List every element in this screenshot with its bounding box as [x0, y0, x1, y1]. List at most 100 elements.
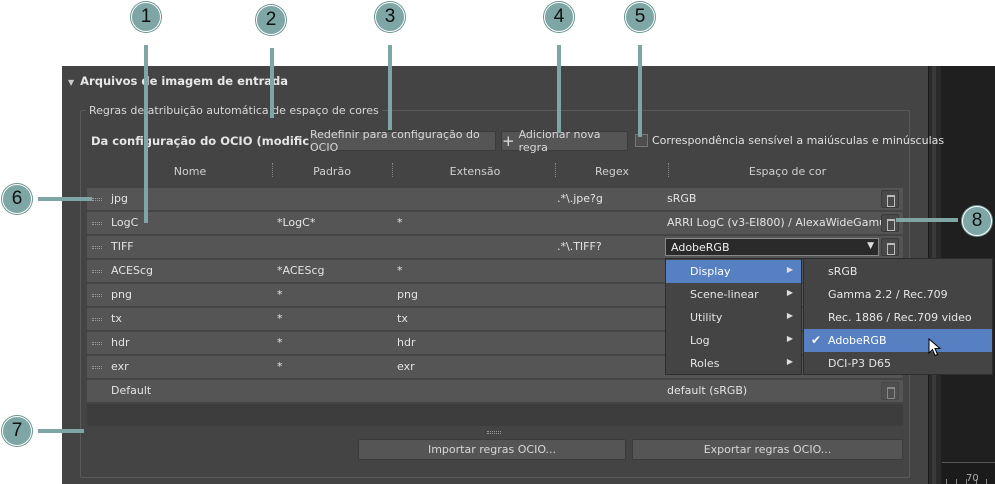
table-row[interactable]: jpg .*\.jpe?g sRGB: [87, 188, 903, 210]
drag-handle-icon[interactable]: [92, 294, 102, 297]
menu-item-label: Log: [690, 334, 710, 347]
export-rules-button[interactable]: Exportar regras OCIO...: [632, 439, 903, 460]
drag-handle-icon[interactable]: [92, 222, 102, 225]
submenu-arrow-icon: ▶: [786, 357, 793, 366]
column-divider[interactable]: [668, 163, 669, 177]
config-source-label: Da configuração do OCIO (modificado): [91, 134, 339, 148]
table-row[interactable]: Default default (sRGB): [87, 380, 903, 402]
import-rules-label: Importar regras OCIO...: [427, 443, 557, 456]
colorspace-dropdown-value: AdobeRGB: [671, 241, 730, 254]
colorspace-category-menu: Display ▶ Scene-linear ▶ Utility ▶ Log ▶ Rol…: [665, 258, 802, 375]
viewport-ruler: 70: [942, 462, 995, 484]
submenu-item-dci-p3[interactable]: DCI-P3 D65: [804, 352, 992, 375]
rule-name: LogC: [111, 216, 139, 229]
column-header-regex[interactable]: Regex: [580, 165, 644, 178]
table-row[interactable]: LogC *LogC* * ARRI LogC (v3-EI800) / Ale…: [87, 212, 903, 234]
section-title: Arquivos de imagem de entrada: [80, 74, 289, 88]
callout-badge: 4: [544, 2, 574, 32]
menu-item-log[interactable]: Log ▶: [666, 329, 801, 352]
add-rule-label: Adicionar nova regra: [518, 128, 601, 154]
rule-pattern: *: [277, 288, 283, 301]
drag-handle-icon[interactable]: [92, 366, 102, 369]
menu-item-roles[interactable]: Roles ▶: [666, 352, 801, 375]
drag-handle-icon[interactable]: [92, 270, 102, 273]
callout-badge: 2: [256, 5, 286, 35]
rule-colorspace: ARRI LogC (v3-EI800) / AlexaWideGamut: [667, 216, 891, 229]
drag-handle-icon[interactable]: [92, 198, 102, 201]
column-divider[interactable]: [555, 163, 556, 177]
menu-item-utility[interactable]: Utility ▶: [666, 306, 801, 329]
rule-extension: hdr: [397, 336, 416, 349]
rule-name: ACEScg: [111, 264, 153, 277]
drag-handle-icon[interactable]: [92, 318, 102, 321]
callout-leader: [38, 429, 84, 433]
callout-badge: 1: [131, 2, 161, 32]
column-header-colorspace[interactable]: Espaço de cor: [740, 165, 835, 178]
drag-handle-icon[interactable]: [92, 246, 102, 249]
reset-config-button[interactable]: Redefinir para configuração do OCIO: [309, 128, 496, 154]
chevron-down-icon: ▼: [867, 241, 874, 251]
mouse-cursor-icon: [928, 338, 942, 357]
empty-row: [87, 404, 903, 426]
delete-rule-icon[interactable]: [881, 214, 899, 232]
column-header-name[interactable]: Nome: [160, 165, 220, 178]
rule-name: Default: [111, 384, 152, 397]
splitter-handle[interactable]: [87, 431, 903, 435]
submenu-item-adobergb[interactable]: ✔ AdobeRGB: [804, 329, 992, 352]
column-divider[interactable]: [392, 163, 393, 177]
menu-item-label: Scene-linear: [690, 288, 759, 301]
drag-handle-icon[interactable]: [92, 342, 102, 345]
plus-icon: +: [502, 131, 515, 150]
rule-name: exr: [111, 360, 129, 373]
callout-leader: [38, 197, 92, 201]
rule-extension: tx: [397, 312, 408, 325]
submenu-arrow-icon: ▶: [786, 311, 793, 320]
submenu-arrow-icon: ▶: [786, 288, 793, 297]
add-rule-button[interactable]: + Adicionar nova regra: [501, 128, 628, 154]
menu-item-label: Roles: [690, 357, 720, 370]
rule-name: jpg: [111, 192, 129, 205]
rule-pattern: *: [277, 336, 283, 349]
submenu-item-label: AdobeRGB: [828, 334, 887, 347]
delete-rule-icon[interactable]: [881, 238, 899, 256]
rule-name: tx: [111, 312, 122, 325]
grip-dots-icon: [487, 431, 501, 434]
callout-leader: [388, 45, 392, 130]
export-rules-label: Exportar regras OCIO...: [703, 443, 832, 456]
callout-leader: [638, 45, 642, 137]
rule-name: TIFF: [111, 240, 134, 253]
submenu-item-rec1886[interactable]: Rec. 1886 / Rec.709 video: [804, 306, 992, 329]
rule-name: hdr: [111, 336, 130, 349]
column-header-pattern[interactable]: Padrão: [300, 165, 364, 178]
submenu-item-srgb[interactable]: sRGB: [804, 260, 992, 283]
rule-extension: exr: [397, 360, 415, 373]
callout-badge: 7: [2, 416, 32, 446]
callout-leader: [557, 45, 561, 133]
callout-badge: 6: [2, 184, 32, 214]
rule-colorspace: default (sRGB): [667, 384, 748, 397]
column-divider[interactable]: [272, 163, 273, 177]
colorspace-dropdown[interactable]: AdobeRGB ▼: [665, 238, 879, 256]
rule-extension: *: [397, 216, 403, 229]
case-sensitive-label: Correspondência sensível a maiúsculas e …: [652, 134, 945, 147]
menu-item-display[interactable]: Display ▶: [666, 260, 801, 283]
menu-item-label: Display: [690, 265, 731, 278]
delete-rule-icon[interactable]: [881, 190, 899, 208]
rule-name: png: [111, 288, 132, 301]
callout-leader: [270, 48, 274, 118]
callout-badge: 5: [625, 2, 655, 32]
menu-item-scene-linear[interactable]: Scene-linear ▶: [666, 283, 801, 306]
submenu-item-gamma22[interactable]: Gamma 2.2 / Rec.709: [804, 283, 992, 306]
submenu-arrow-icon: ▶: [786, 334, 793, 343]
callout-leader: [144, 45, 148, 223]
rules-group-label: Regras de atribuição automática de espaç…: [86, 104, 382, 117]
menu-item-label: Utility: [690, 311, 723, 324]
rule-regex: .*\.jpe?g: [557, 192, 603, 205]
callout-badge: 8: [962, 206, 992, 236]
column-header-extension[interactable]: Extensão: [440, 165, 510, 178]
import-rules-button[interactable]: Importar regras OCIO...: [358, 439, 626, 460]
collapse-triangle-icon[interactable]: ▼: [68, 78, 74, 87]
section-header[interactable]: ▼ Arquivos de imagem de entrada: [68, 74, 288, 92]
rule-pattern: *: [277, 312, 283, 325]
callout-badge: 3: [375, 2, 405, 32]
